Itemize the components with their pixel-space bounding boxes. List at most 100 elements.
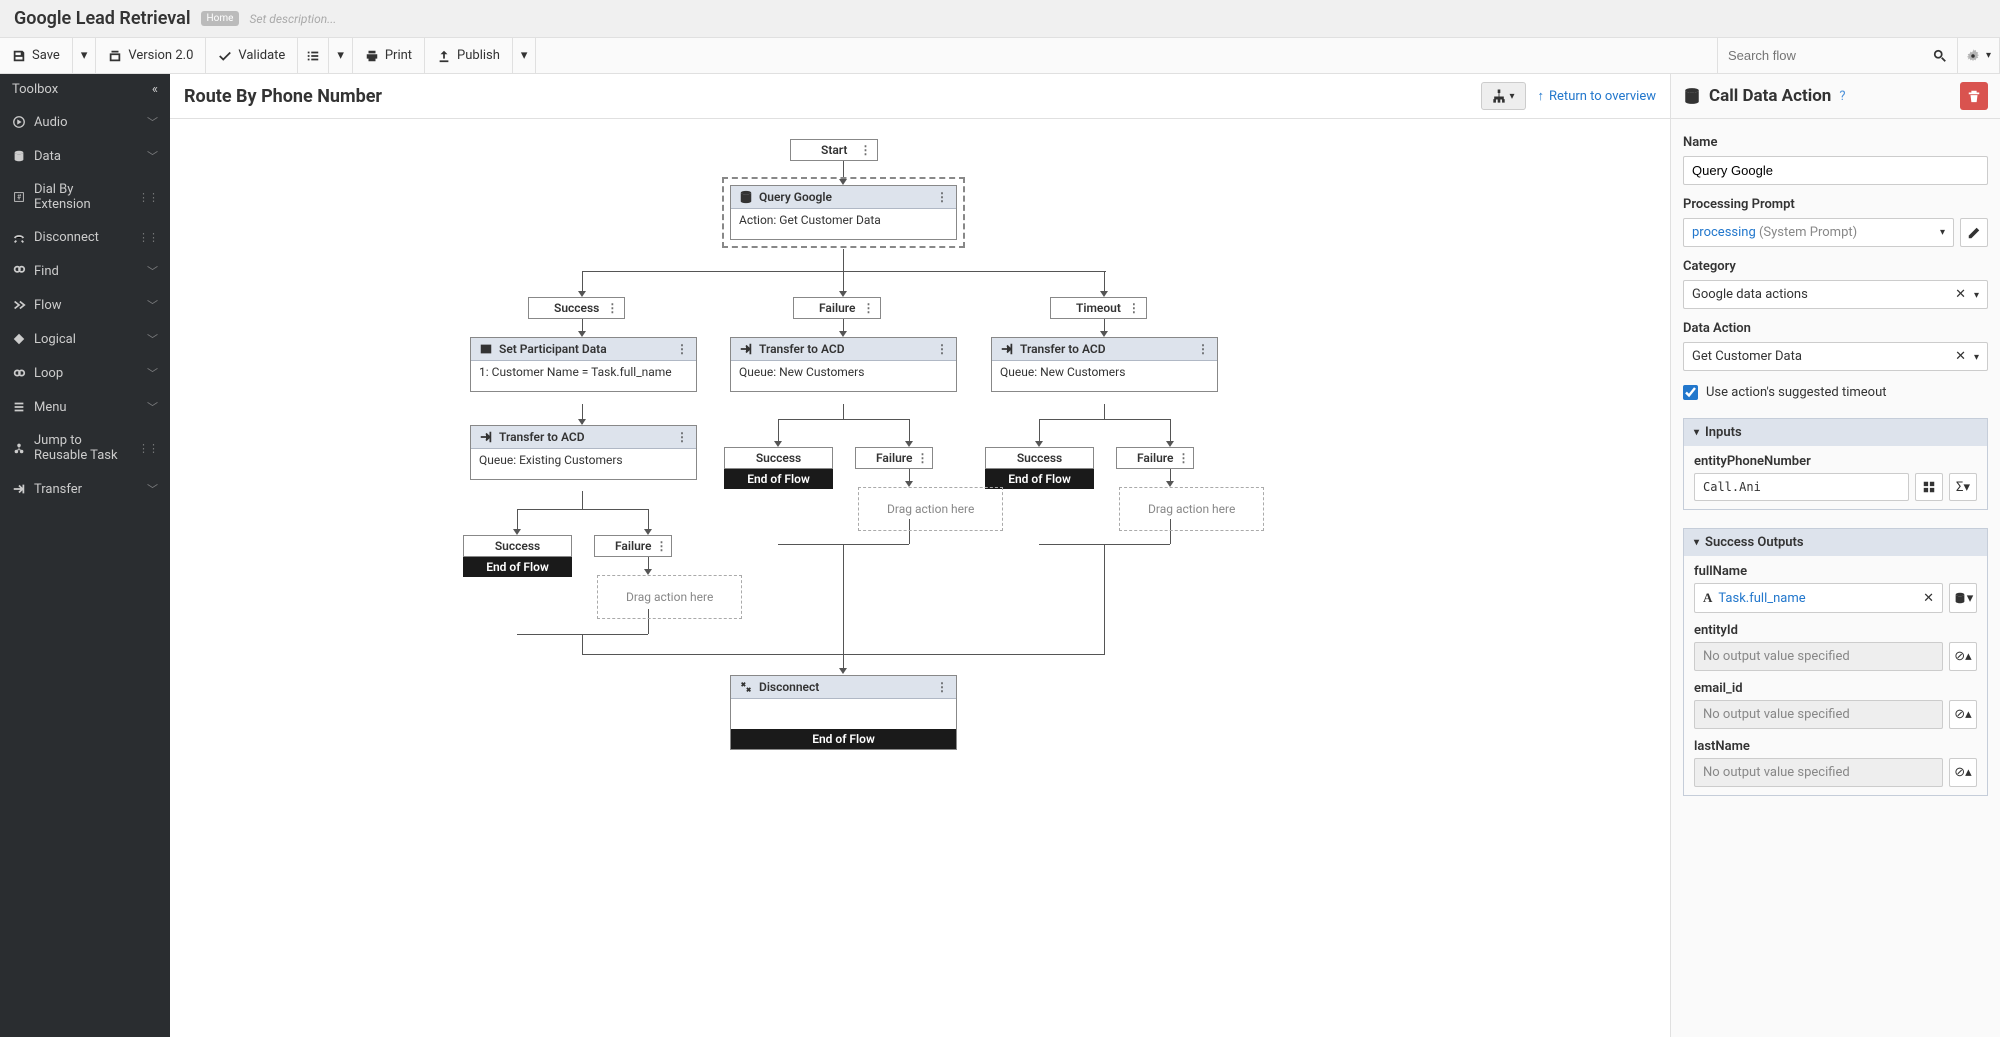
node-menu-icon[interactable]: ⋮ [1197,342,1209,356]
processing-suffix: (System Prompt) [1756,225,1857,240]
start-node[interactable]: Start ⋮ [790,139,878,161]
clear-icon[interactable]: ✕ [1955,287,1966,302]
branch-success-eof-2[interactable]: Success End of Flow [985,447,1094,489]
output-entityid-value[interactable]: No output value specified [1694,642,1943,671]
list-dropdown[interactable]: ▾ [329,38,353,73]
node-menu-icon[interactable]: ⋮ [1177,451,1189,465]
clear-icon[interactable]: ✕ [1923,591,1934,606]
input-picker-button[interactable] [1915,473,1943,501]
edit-processing-button[interactable] [1960,218,1988,247]
node-menu-icon[interactable]: ⋮ [859,143,871,157]
branch-label: Timeout [1076,301,1121,315]
toolbox-item-disconnect[interactable]: Disconnect⋮⋮ [0,221,170,254]
grip-icon: ⋮⋮ [138,191,158,204]
toolbox-item-loop[interactable]: Loop﹀ [0,356,170,390]
search-input[interactable] [1728,48,1925,63]
output-email-value[interactable]: No output value specified [1694,700,1943,729]
timeout-checkbox-row[interactable]: Use action's suggested timeout [1683,385,1988,400]
return-to-overview-link[interactable]: ↑ Return to overview [1538,88,1656,104]
input-entityphone-value[interactable]: Call.Ani [1694,473,1909,501]
save-dropdown[interactable]: ▾ [73,38,97,73]
db-icon [1683,87,1701,105]
node-menu-icon[interactable]: ⋮ [862,301,874,315]
node-menu-icon[interactable]: ⋮ [606,301,618,315]
output-type-button[interactable]: ⊘▴ [1949,700,1977,729]
drop-zone[interactable]: Drag action here [597,575,742,619]
query-google-node[interactable]: Query Google ⋮ Action: Get Customer Data [730,185,957,240]
toolbox-item-menu[interactable]: Menu﹀ [0,390,170,424]
flow-canvas[interactable]: Start ⋮ Query Google ⋮ Action: Get Custo… [170,119,1670,1037]
output-type-button[interactable]: ⊘▴ [1949,642,1977,671]
timeout-checkbox[interactable] [1683,385,1698,400]
publish-button[interactable]: Publish [425,38,513,73]
node-menu-icon[interactable]: ⋮ [655,539,667,553]
transfer-acd-existing-node[interactable]: Transfer to ACD⋮ Queue: Existing Custome… [470,425,697,480]
toolbox-item-audio[interactable]: Audio﹀ [0,105,170,139]
validate-button[interactable]: Validate [206,38,298,73]
clear-icon[interactable]: ✕ [1955,349,1966,364]
data-action-select[interactable]: Get Customer Data ✕▾ [1683,342,1988,371]
branch-success-eof-3[interactable]: Success End of Flow [463,535,572,577]
search-flow[interactable] [1717,38,1957,73]
input-expr-button[interactable]: Σ▾ [1949,473,1977,501]
branch-failure-4[interactable]: Failure⋮ [594,535,672,557]
branch-failure-2[interactable]: Failure ⋮ [855,447,933,469]
branch-failure-3[interactable]: Failure⋮ [1116,447,1194,469]
node-menu-icon[interactable]: ⋮ [936,680,948,694]
tree-view-button[interactable]: ▾ [1481,82,1526,110]
name-input[interactable] [1683,156,1988,185]
node-menu-icon[interactable]: ⋮ [936,190,948,204]
branch-success[interactable]: Success⋮ [528,297,625,319]
toolbox-item-transfer[interactable]: Transfer﹀ [0,472,170,506]
node-title: Set Participant Data [499,342,607,356]
transfer-acd-timeout-node[interactable]: Transfer to ACD⋮ Queue: New Customers [991,337,1218,392]
save-button[interactable]: Save [0,38,73,73]
end-of-flow: End of Flow [985,469,1094,489]
properties-panel: Call Data Action ? Name Processing Promp… [1670,74,2000,1037]
toolbox-item-label: Jump to Reusable Task [34,433,130,463]
category-select[interactable]: Google data actions ✕▾ [1683,280,1988,309]
branch-label: Failure [876,451,912,465]
branch-label: Failure [819,301,855,315]
toolbox-item-logical[interactable]: Logical﹀ [0,322,170,356]
toolbox-item-find[interactable]: Find﹀ [0,254,170,288]
node-menu-icon[interactable]: ⋮ [916,451,928,465]
drop-zone[interactable]: Drag action here [1119,487,1264,531]
branch-label: Success [1017,451,1062,465]
output-type-button[interactable]: ▾ [1949,583,1977,613]
help-icon[interactable]: ? [1839,89,1845,104]
delete-button[interactable] [1960,82,1988,110]
settings-button[interactable]: ▾ [1957,38,2000,73]
branch-timeout[interactable]: Timeout ⋮ [1050,297,1147,319]
output-lastname-value[interactable]: No output value specified [1694,758,1943,787]
node-menu-icon[interactable]: ⋮ [936,342,948,356]
flow-icon [12,298,26,312]
list-button[interactable] [298,38,329,73]
toolbox-item-label: Audio [34,115,67,130]
set-participant-data-node[interactable]: Set Participant Data⋮ 1: Customer Name =… [470,337,697,392]
toolbox-item-jump-to-reusable-task[interactable]: Jump to Reusable Task⋮⋮ [0,424,170,472]
branch-success-eof[interactable]: Success End of Flow [724,447,833,489]
node-menu-icon[interactable]: ⋮ [676,342,688,356]
disconnect-node[interactable]: Disconnect⋮ End of Flow [730,675,957,750]
toolbox-item-dial-by-extension[interactable]: #Dial By Extension⋮⋮ [0,173,170,221]
inputs-section-header[interactable]: ▾Inputs [1684,419,1987,446]
validate-label: Validate [238,48,285,63]
output-type-button[interactable]: ⊘▴ [1949,758,1977,787]
branch-failure[interactable]: Failure ⋮ [793,297,881,319]
node-menu-icon[interactable]: ⋮ [1128,301,1140,315]
drop-zone[interactable]: Drag action here [858,487,1003,531]
outputs-section-header[interactable]: ▾Success Outputs [1684,529,1987,556]
node-menu-icon[interactable]: ⋮ [676,430,688,444]
publish-dropdown[interactable]: ▾ [513,38,537,73]
toolbox-item-data[interactable]: Data﹀ [0,139,170,173]
collapse-sidebar-icon[interactable]: « [152,82,158,97]
version-button[interactable]: Version 2.0 [96,38,206,73]
processing-select[interactable]: processing (System Prompt) ▾ [1683,218,1954,247]
description-placeholder[interactable]: Set description... [249,12,336,26]
print-button[interactable]: Print [353,38,425,73]
transfer-acd-failure-node[interactable]: Transfer to ACD⋮ Queue: New Customers [730,337,957,392]
output-fullname-value[interactable]: A Task.full_name ✕ [1694,583,1943,613]
home-badge[interactable]: Home [201,11,240,26]
toolbox-item-flow[interactable]: Flow﹀ [0,288,170,322]
